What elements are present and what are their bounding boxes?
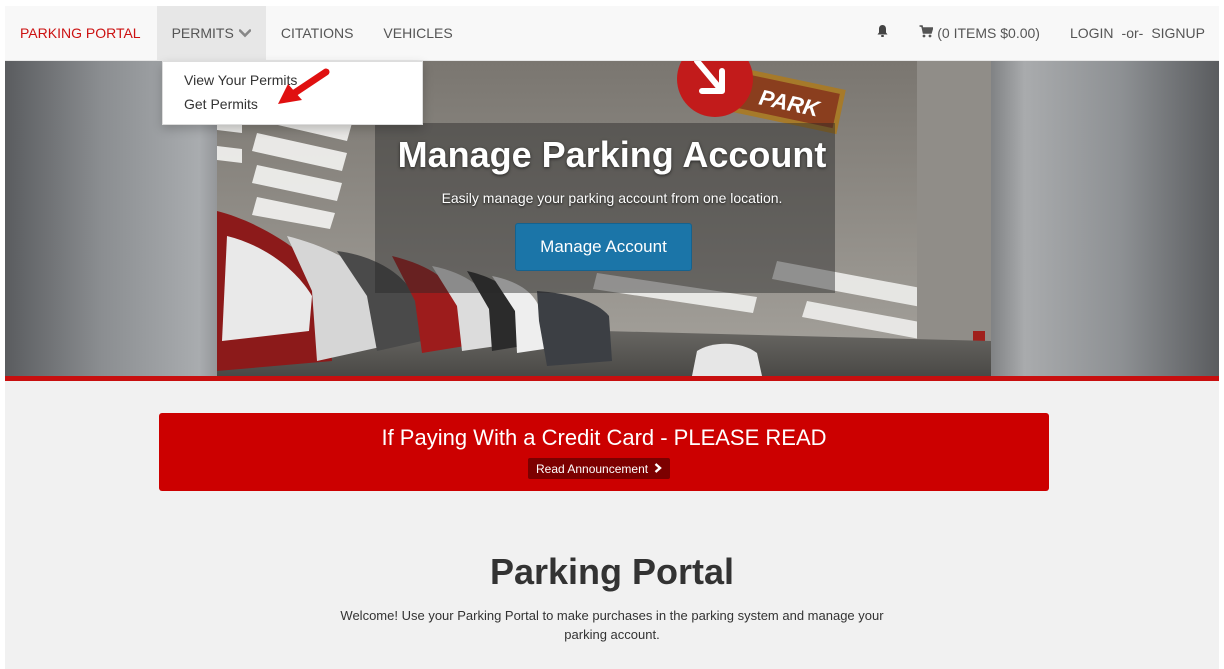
signup-link[interactable]: SIGNUP	[1147, 6, 1219, 61]
notifications-button[interactable]	[860, 24, 905, 43]
nav-permits-label: PERMITS	[171, 25, 234, 41]
nav-permits-dropdown[interactable]: PERMITS	[156, 5, 266, 61]
chevron-right-icon	[654, 462, 662, 476]
nav-right-group: (0 ITEMS $0.00) LOGIN -or- SIGNUP	[860, 6, 1219, 61]
chevron-down-icon	[238, 25, 252, 41]
frame-left	[0, 0, 5, 669]
brand-link[interactable]: PARKING PORTAL	[5, 6, 157, 61]
frame-top	[0, 0, 1224, 6]
hero-divider	[5, 376, 1219, 381]
read-announcement-label: Read Announcement	[536, 461, 649, 476]
cart-link[interactable]: (0 ITEMS $0.00)	[905, 6, 1055, 61]
bell-icon	[876, 24, 889, 43]
read-announcement-button[interactable]: Read Announcement	[528, 458, 671, 479]
shopping-cart-icon	[919, 25, 937, 41]
portal-welcome-text: Welcome! Use your Parking Portal to make…	[340, 608, 884, 642]
manage-account-button[interactable]: Manage Account	[515, 223, 692, 271]
frame-right	[1219, 0, 1224, 669]
portal-title: Parking Portal	[489, 551, 735, 592]
page: PARKING PORTAL PERMITS CITATIONS VEHICLE…	[0, 0, 1224, 669]
login-link[interactable]: LOGIN	[1055, 6, 1118, 61]
cart-summary: (0 ITEMS $0.00)	[937, 25, 1040, 41]
announcement-title: If Paying With a Credit Card - PLEASE RE…	[381, 425, 827, 450]
hero-subtitle: Easily manage your parking account from …	[441, 190, 783, 206]
credit-card-announcement: If Paying With a Credit Card - PLEASE RE…	[159, 413, 1049, 491]
nav-citations[interactable]: CITATIONS	[266, 6, 369, 61]
nav-vehicles[interactable]: VEHICLES	[368, 6, 467, 61]
top-navbar: PARKING PORTAL PERMITS CITATIONS VEHICLE…	[5, 5, 1219, 61]
hero-title: Manage Parking Account	[397, 134, 827, 175]
login-separator: -or-	[1121, 25, 1144, 41]
annotation-arrow-icon	[276, 68, 332, 113]
